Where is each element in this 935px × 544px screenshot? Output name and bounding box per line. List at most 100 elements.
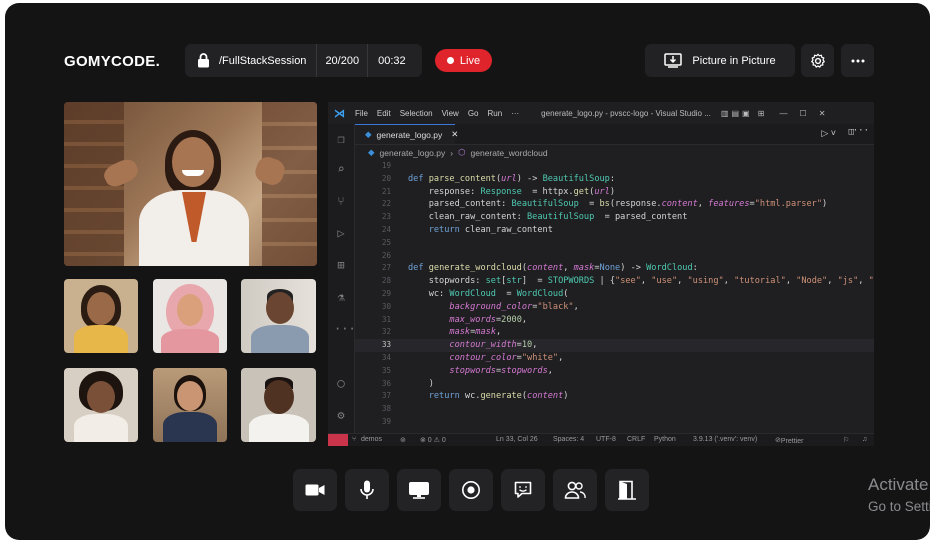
python-file-icon: ◆ (368, 147, 375, 157)
code-line[interactable]: 20 def parse_content(url) -> BeautifulSou… (355, 173, 874, 186)
breadcrumb-file[interactable]: generate_logo.py (380, 148, 446, 158)
status-problems[interactable]: ⊗ 0 ⚠ 0 (420, 436, 446, 444)
code-line[interactable]: 24 return clean_raw_content (355, 224, 874, 237)
code-text: ) (408, 378, 434, 389)
person-body (74, 325, 128, 353)
share-screen-button[interactable] (397, 469, 441, 511)
feedback-icon[interactable]: ⚐ (843, 436, 849, 444)
testing-icon[interactable]: ⚗ (334, 290, 348, 304)
participants-button[interactable] (553, 469, 597, 511)
code-line[interactable]: 37 return wc.generate(content) (355, 390, 874, 403)
menu-run[interactable]: Run (487, 109, 502, 118)
microphone-button[interactable] (345, 469, 389, 511)
menu-go[interactable]: Go (468, 109, 479, 118)
menu-view[interactable]: View (442, 109, 459, 118)
code-line[interactable]: 30 background_color="black", (355, 301, 874, 314)
manage-gear-icon[interactable]: ⚙ (334, 408, 348, 422)
activate-windows-watermark: Activate (868, 475, 929, 494)
code-line[interactable]: 27 def generate_wordcloud(content, mask=N… (355, 262, 874, 275)
status-interpreter[interactable]: 3.9.13 ('.venv': venv) (693, 436, 757, 443)
code-line[interactable]: 28 stopwords: set[str] = STOPWORDS | {"s… (355, 275, 874, 288)
status-formatter[interactable]: ⊘ Prettier (775, 436, 803, 445)
source-control-icon[interactable]: ⑂ (334, 194, 348, 208)
activate-windows-subtext: Go to Setti (868, 499, 930, 514)
sync-icon[interactable]: ⊚ (400, 436, 406, 444)
menu-edit[interactable]: Edit (377, 109, 391, 118)
layout-icons[interactable]: ▥▤▣ ⊞ (721, 109, 768, 118)
remote-indicator[interactable] (328, 434, 348, 446)
code-line[interactable]: 25 (355, 237, 874, 250)
code-line[interactable]: 38 (355, 403, 874, 416)
chat-button[interactable] (501, 469, 545, 511)
more-dots-icon (851, 59, 864, 62)
settings-button[interactable] (801, 44, 834, 77)
code-editor[interactable]: 19 20 def parse_content(url) -> BeautifulS… (355, 160, 874, 434)
more-icon[interactable]: ··· (334, 322, 356, 336)
breadcrumb-symbol[interactable]: generate_wordcloud (471, 148, 548, 158)
line-number: 22 (381, 199, 391, 209)
status-encoding[interactable]: UTF-8 (596, 436, 616, 443)
tab-generate-logo[interactable]: ◆ generate_logo.py ✕ (355, 124, 458, 144)
menu-more[interactable]: ··· (511, 109, 519, 118)
code-line[interactable]: 29 wc: WordCloud = WordCloud( (355, 288, 874, 301)
run-file-icon[interactable]: ▷ ˅ (821, 128, 836, 139)
status-eol[interactable]: CRLF (627, 436, 645, 443)
gear-icon (810, 53, 825, 68)
more-options-button[interactable] (841, 44, 874, 77)
participant-video-2 (153, 279, 227, 353)
maximize-icon[interactable]: ☐ (800, 109, 807, 118)
run-debug-icon[interactable]: ▷ (334, 226, 348, 240)
menu-selection[interactable]: Selection (400, 109, 433, 118)
line-number: 31 (381, 314, 391, 324)
code-text: contour_width=10, (449, 340, 538, 351)
leave-button[interactable] (605, 469, 649, 511)
code-line[interactable]: 39 (355, 416, 874, 429)
code-line[interactable]: 26 (355, 250, 874, 263)
exit-icon (618, 480, 636, 500)
close-icon[interactable]: ✕ (819, 109, 826, 118)
code-line[interactable]: 19 (355, 160, 874, 173)
code-line[interactable]: 21 response: Response = httpx.get(url) (355, 186, 874, 199)
minimize-icon[interactable]: — (780, 109, 788, 118)
code-text: return wc.generate(content) (428, 391, 569, 402)
record-button[interactable] (449, 469, 493, 511)
code-line[interactable]: 35 stopwords=stopwords, (355, 365, 874, 378)
editor-more-icon[interactable]: ··· (853, 126, 869, 136)
person-face (264, 380, 294, 414)
picture-in-picture-button[interactable]: Picture in Picture (645, 44, 795, 77)
python-file-icon: ◆ (365, 129, 372, 139)
tab-close-icon[interactable]: ✕ (451, 129, 458, 140)
code-text: clean_raw_content: BeautifulSoup = parse… (408, 212, 688, 223)
camera-button[interactable] (293, 469, 337, 511)
menu-file[interactable]: File (355, 109, 368, 118)
status-position[interactable]: Ln 33, Col 26 (496, 436, 538, 443)
account-icon[interactable]: ◯ (334, 376, 348, 390)
status-language[interactable]: Python (654, 436, 676, 443)
status-formatter-label: Prettier (780, 438, 804, 445)
status-spaces[interactable]: Spaces: 4 (553, 436, 584, 443)
live-badge: Live (435, 49, 492, 72)
line-number: 33 (381, 340, 391, 350)
status-branch[interactable]: demos (361, 436, 382, 443)
code-line[interactable]: 34 contour_color="white", (355, 352, 874, 365)
code-line[interactable]: 31 max_words=2000, (355, 314, 874, 327)
explorer-icon[interactable]: ❐ (334, 132, 348, 146)
code-text: wc: WordCloud = WordCloud( (408, 289, 569, 299)
participant-count: 20/200 (325, 54, 360, 67)
code-line[interactable]: 32 mask=mask, (355, 326, 874, 339)
video-icon (305, 484, 325, 496)
extensions-icon[interactable]: ⊞ (334, 258, 348, 272)
line-number: 30 (381, 301, 391, 311)
code-line[interactable]: 23 clean_raw_content: BeautifulSoup = pa… (355, 211, 874, 224)
session-info-bar: /FullStackSession 20/200 00:32 (185, 44, 422, 77)
line-number: 26 (381, 250, 391, 260)
line-number: 34 (381, 353, 391, 362)
code-line[interactable]: 36 ) (355, 378, 874, 391)
line-number: 21 (381, 186, 391, 196)
session-timer: 00:32 (378, 54, 406, 67)
search-icon[interactable]: ⌕ (334, 162, 348, 176)
line-number: 37 (381, 391, 391, 401)
notifications-icon[interactable]: ♫ (862, 436, 867, 443)
code-line[interactable]: 33 contour_width=10, (355, 339, 874, 352)
code-line[interactable]: 22 parsed_content: BeautifulSoup = bs(re… (355, 198, 874, 211)
